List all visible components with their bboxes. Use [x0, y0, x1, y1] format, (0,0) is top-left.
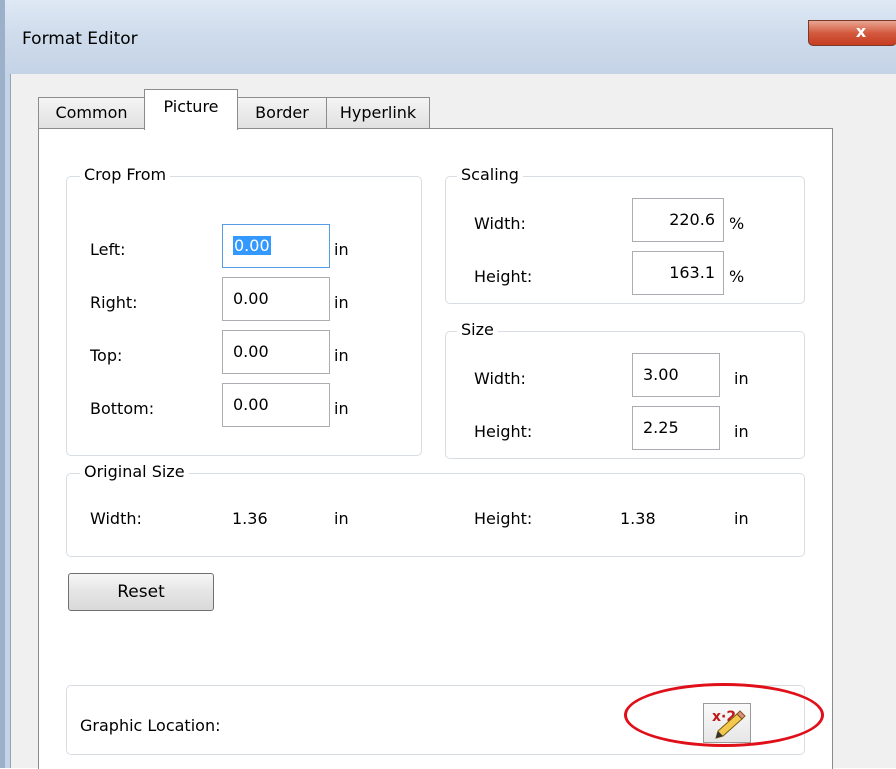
reset-button[interactable]: Reset [68, 573, 214, 611]
original-size-group [66, 473, 805, 557]
window-title: Format Editor [22, 29, 138, 49]
original-width-value: 1.36 [232, 509, 268, 528]
size-width-input[interactable]: 3.00 [632, 353, 720, 397]
original-height-value: 1.38 [620, 509, 656, 528]
highlight-ellipse [624, 683, 824, 747]
crop-from-title: Crop From [80, 165, 171, 184]
crop-left-label: Left: [90, 240, 126, 259]
crop-right-unit: in [334, 293, 349, 312]
window-left-edge [0, 0, 5, 768]
size-width-unit: in [734, 369, 749, 388]
original-size-title: Original Size [80, 462, 189, 481]
window-right-frame [870, 74, 896, 768]
close-button[interactable]: x [808, 20, 896, 46]
original-width-unit: in [334, 509, 349, 528]
crop-left-value: 0.00 [233, 236, 271, 255]
size-height-label: Height: [474, 422, 533, 441]
crop-right-input[interactable]: 0.00 [222, 277, 330, 321]
scaling-title: Scaling [457, 165, 523, 184]
scaling-width-input[interactable]: 220.6 [632, 198, 724, 242]
crop-left-input[interactable]: 0.00 [222, 224, 330, 268]
scaling-width-label: Width: [474, 214, 526, 233]
crop-bottom-input[interactable]: 0.00 [222, 383, 330, 427]
original-height-label: Height: [474, 509, 533, 528]
crop-top-unit: in [334, 346, 349, 365]
original-height-unit: in [734, 509, 749, 528]
crop-top-label: Top: [90, 346, 123, 365]
original-width-label: Width: [90, 509, 142, 528]
scaling-width-unit: % [729, 214, 745, 233]
tab-hyperlink[interactable]: Hyperlink [326, 97, 430, 128]
tab-picture[interactable]: Picture [144, 89, 238, 130]
crop-bottom-label: Bottom: [90, 399, 155, 418]
scaling-height-label: Height: [474, 267, 533, 286]
size-height-input[interactable]: 2.25 [632, 406, 720, 450]
scaling-height-input[interactable]: 163.1 [632, 251, 724, 295]
size-title: Size [457, 320, 498, 339]
scaling-height-unit: % [729, 267, 745, 286]
close-icon: x [855, 22, 867, 41]
graphic-location-label: Graphic Location: [80, 716, 221, 735]
crop-left-unit: in [334, 240, 349, 259]
crop-right-label: Right: [90, 293, 138, 312]
tab-border[interactable]: Border [237, 97, 327, 128]
tab-common[interactable]: Common [38, 97, 145, 128]
size-height-unit: in [734, 422, 749, 441]
crop-bottom-unit: in [334, 399, 349, 418]
crop-top-input[interactable]: 0.00 [222, 330, 330, 374]
size-width-label: Width: [474, 369, 526, 388]
